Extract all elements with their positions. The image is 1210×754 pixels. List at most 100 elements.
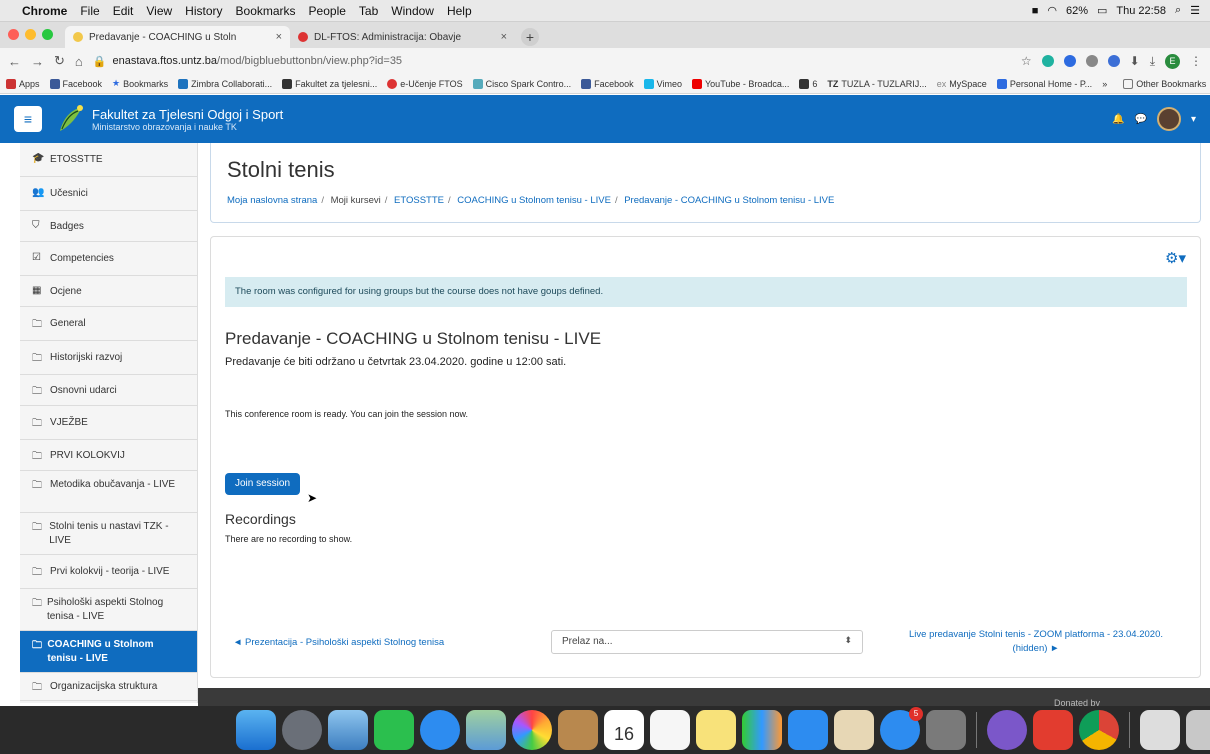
battery-icon[interactable]: ▭ [1097, 4, 1107, 17]
pin-icon[interactable]: ⬇ [1130, 54, 1140, 68]
bookmark-fakultet[interactable]: Fakultet za tjelesni... [282, 78, 377, 89]
other-bookmarks[interactable]: Other Bookmarks [1123, 78, 1206, 89]
viber-icon[interactable] [987, 710, 1027, 750]
bookmark-bookmarks[interactable]: ★ Bookmarks [112, 78, 168, 89]
new-tab-button[interactable]: + [521, 28, 539, 46]
finder-icon[interactable] [236, 710, 276, 750]
calendar-icon[interactable]: 16 [604, 710, 644, 750]
reload-icon[interactable]: ↻ [54, 53, 65, 69]
documents-stack-icon[interactable] [1140, 710, 1180, 750]
extension-icon[interactable] [1063, 55, 1076, 67]
sidebar-item[interactable]: 🎓 ETOSSTTE [20, 143, 197, 177]
facetime-icon[interactable] [374, 710, 414, 750]
tab-close-icon[interactable]: × [501, 31, 507, 43]
breadcrumb-course[interactable]: ETOSSTTE [394, 195, 444, 206]
reminders-icon[interactable] [650, 710, 690, 750]
numbers-icon[interactable] [742, 710, 782, 750]
extension-icon[interactable] [1107, 55, 1120, 67]
site-brand[interactable]: Fakultet za Tjelesni Odgoj i Sport Minis… [92, 107, 283, 132]
sidebar-item[interactable]: 🗀 Organizacijska struktura [20, 673, 197, 701]
textedit-icon[interactable] [834, 710, 874, 750]
bookmark-personal-home[interactable]: Personal Home - P... [996, 78, 1092, 89]
bookmark-cisco[interactable]: Cisco Spark Contro... [472, 78, 571, 89]
contacts-icon[interactable] [558, 710, 598, 750]
trash-icon[interactable] [1186, 710, 1210, 750]
tab-dl-ftos[interactable]: DL-FTOS: Administracija: Obavje × [290, 26, 515, 48]
bookmark-vimeo[interactable]: Vimeo [643, 78, 682, 89]
breadcrumb-section[interactable]: COACHING u Stolnom tenisu - LIVE [457, 195, 611, 206]
join-session-button[interactable]: Join session [225, 473, 301, 495]
messages-icon[interactable] [420, 710, 460, 750]
notifications-icon[interactable]: 🔔 [1112, 114, 1124, 125]
bookmark-youtube[interactable]: YouTube - Broadca... [692, 78, 789, 89]
menu-help[interactable]: Help [447, 4, 472, 18]
zoom-window-button[interactable] [42, 29, 53, 40]
bookmark-tuzla[interactable]: TZ TUZLA - TUZLARIJ... [827, 79, 926, 89]
jump-to-select[interactable]: Prelaz na... ⬍ [551, 630, 863, 654]
home-icon[interactable]: ⌂ [75, 54, 83, 69]
anydesk-icon[interactable] [1033, 710, 1073, 750]
star-icon[interactable]: ☆ [1021, 54, 1032, 68]
profile-avatar[interactable]: E [1165, 53, 1180, 69]
control-center-icon[interactable]: ☰ [1190, 4, 1200, 17]
menu-view[interactable]: View [146, 4, 172, 18]
menu-window[interactable]: Window [391, 4, 434, 18]
menu-history[interactable]: History [185, 4, 222, 18]
next-activity-link[interactable]: Live predavanje Stolni tenis - ZOOM plat… [891, 628, 1181, 656]
tab-predavanje[interactable]: Predavanje - COACHING u Stoln × [65, 26, 290, 48]
url-bar[interactable]: 🔒 enastava.ftos.untz.ba/mod/bigbluebutto… [93, 55, 1011, 68]
bookmark-zimbra[interactable]: Zimbra Collaborati... [178, 78, 272, 89]
close-window-button[interactable] [8, 29, 19, 40]
extension-icon[interactable] [1085, 55, 1098, 67]
menu-toggle-button[interactable]: ≡ [14, 106, 42, 132]
sidebar-item[interactable]: ▦ Ocjene [20, 276, 197, 307]
messages-icon[interactable]: 💬 [1135, 114, 1147, 125]
menu-edit[interactable]: Edit [113, 4, 134, 18]
sidebar-item[interactable]: 🗀 PRVI KOLOKVIJ [20, 440, 197, 471]
photos-icon[interactable] [512, 710, 552, 750]
bookmark-overflow[interactable]: » [1102, 79, 1107, 89]
breadcrumb-activity[interactable]: Predavanje - COACHING u Stolnom tenisu -… [624, 195, 834, 206]
menu-people[interactable]: People [309, 4, 346, 18]
sidebar-item[interactable]: 🗀 Metodika obučavanja - LIVE [20, 471, 197, 513]
launchpad-icon[interactable] [282, 710, 322, 750]
forward-icon[interactable]: → [31, 54, 44, 69]
back-icon[interactable]: ← [8, 54, 21, 69]
battery-percent[interactable]: 62% [1066, 5, 1088, 17]
sidebar-item[interactable]: 🗀 Stolni tenis u nastavi TZK - LIVE [20, 513, 197, 555]
sidebar-item[interactable]: 🗀 Psihološki aspekti Stolnog tenisa - LIV… [20, 589, 197, 631]
bookmark-facebook-2[interactable]: Facebook [581, 78, 634, 89]
user-menu-caret-icon[interactable]: ▾ [1191, 114, 1196, 125]
notes-icon[interactable] [696, 710, 736, 750]
system-preferences-icon[interactable] [926, 710, 966, 750]
previous-activity-link[interactable]: ◄ Prezentacija - Psihološki aspekti Stol… [233, 637, 444, 648]
bookmark-eucenje[interactable]: e-Učenje FTOS [387, 78, 463, 89]
minimize-window-button[interactable] [25, 29, 36, 40]
sidebar-item[interactable]: 🗀 COACHING u Stolnom tenisu - LIVE [20, 631, 197, 673]
chrome-icon[interactable] [1079, 710, 1119, 750]
sidebar-item[interactable]: ☑ Competencies [20, 242, 197, 276]
sidebar-item[interactable]: 🗀 Prvi kolokvij - teorija - LIVE [20, 555, 197, 589]
app-store-icon[interactable]: 5 [880, 707, 923, 750]
menu-bookmarks[interactable]: Bookmarks [236, 4, 296, 18]
screen-share-icon[interactable]: ■ [1032, 5, 1039, 17]
settings-gear-icon[interactable]: ⚙▾ [1165, 249, 1186, 267]
more-menu-icon[interactable]: ⋮ [1190, 54, 1202, 68]
bookmark-myspace[interactable]: ex MySpace [937, 79, 987, 89]
clock[interactable]: Thu 22:58 [1116, 5, 1166, 17]
sidebar-item[interactable]: 👥 Učesnici [20, 177, 197, 211]
sidebar-item[interactable]: 🗀 General [20, 307, 197, 341]
maps-icon[interactable] [466, 710, 506, 750]
sidebar-item[interactable]: 🗀 Osnovni udarci [20, 375, 197, 406]
sidebar-item[interactable]: 🗀 Historijski razvoj [20, 341, 197, 375]
sidebar-item[interactable]: 🗀 VJEŽBE [20, 406, 197, 440]
menu-tab[interactable]: Tab [359, 4, 378, 18]
bookmark-6[interactable]: 6 [799, 78, 817, 89]
menu-app[interactable]: Chrome [22, 4, 67, 18]
keynote-icon[interactable] [788, 710, 828, 750]
sidebar-item[interactable]: ⛉ Badges [20, 211, 197, 242]
mail-icon[interactable] [328, 710, 368, 750]
breadcrumb-home[interactable]: Moja naslovna strana [227, 195, 317, 206]
faculty-logo[interactable] [54, 103, 86, 135]
menu-file[interactable]: File [80, 4, 99, 18]
